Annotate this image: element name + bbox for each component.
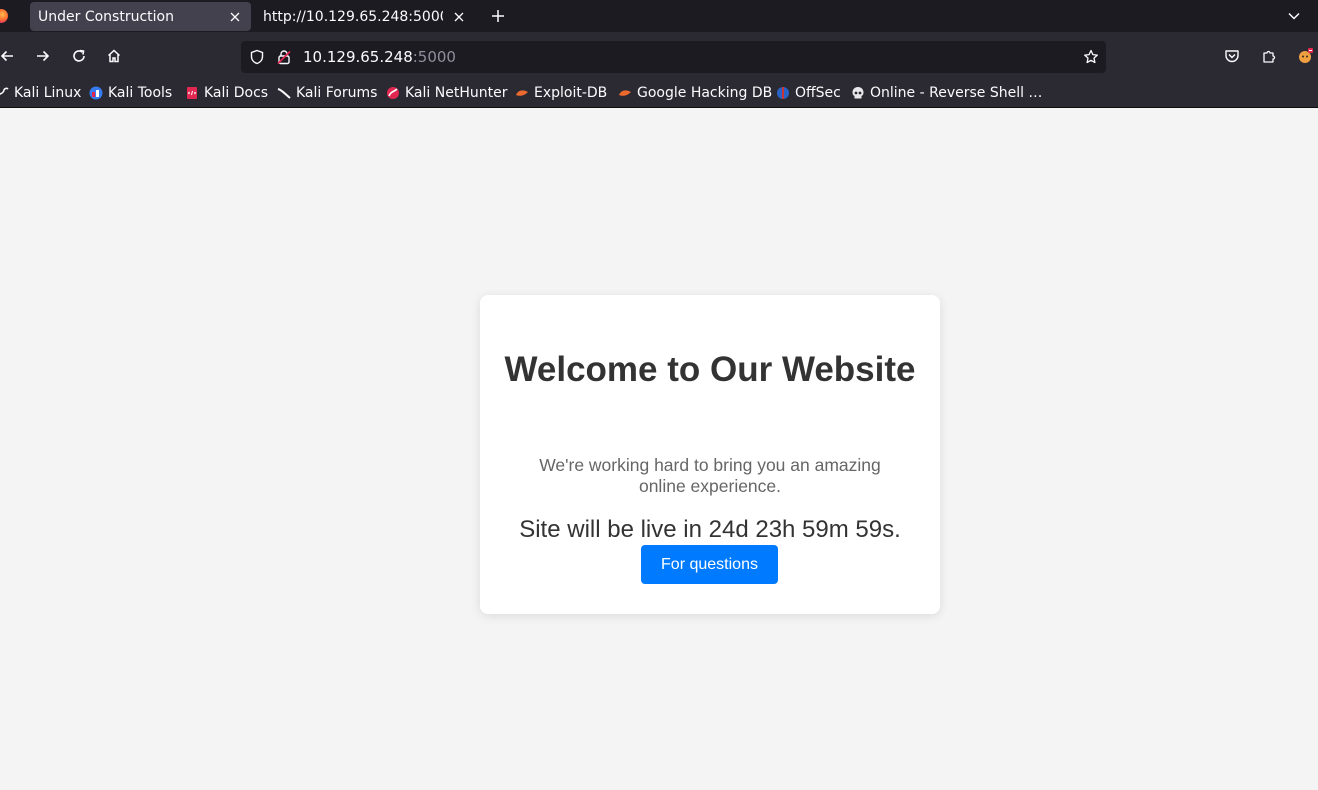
tab-strip: Under Construction http://10.129.65.248:… — [0, 0, 1318, 32]
forward-arrow-icon[interactable] — [31, 44, 55, 68]
bookmark-label: Online - Reverse Shell … — [870, 85, 1043, 101]
for-questions-button[interactable]: For questions — [641, 545, 778, 584]
reload-icon[interactable] — [67, 44, 91, 68]
kali-tools-icon — [89, 86, 103, 100]
tab-title: http://10.129.65.248:5000/ — [263, 9, 443, 25]
address-bar[interactable]: 10.129.65.248:5000 — [241, 41, 1106, 73]
bookmark-reverse-shell[interactable]: Online - Reverse Shell … — [851, 80, 1042, 106]
bookmark-label: OffSec — [795, 85, 841, 101]
close-tab-icon[interactable] — [226, 8, 244, 26]
list-all-tabs-chevron-icon[interactable] — [1283, 5, 1305, 27]
pocket-icon[interactable] — [1220, 44, 1244, 68]
bookmark-kali-docs[interactable]: Kali Docs — [185, 80, 268, 106]
bookmark-kali-tools[interactable]: Kali Tools — [89, 80, 172, 106]
back-arrow-icon[interactable] — [0, 44, 19, 68]
bookmarks-toolbar: Kali Linux Kali Tools Kali Docs Kali For… — [0, 80, 1318, 108]
ghdb-icon — [618, 86, 632, 100]
lead-text: We're working hard to bring you an amazi… — [539, 455, 881, 496]
account-avatar-icon[interactable] — [1293, 44, 1317, 68]
bookmark-label: Kali Tools — [108, 85, 173, 101]
extensions-puzzle-icon[interactable] — [1257, 44, 1281, 68]
bookmark-label: Kali NetHunter — [405, 85, 508, 101]
close-tab-icon[interactable] — [450, 8, 468, 26]
insecure-lock-icon[interactable] — [276, 49, 292, 65]
url-text[interactable]: 10.129.65.248:5000 — [303, 41, 456, 73]
home-icon[interactable] — [102, 44, 126, 68]
offsec-icon — [776, 86, 790, 100]
bookmark-exploit-db[interactable]: Exploit-DB — [515, 80, 607, 106]
bookmark-label: Google Hacking DB — [637, 85, 773, 101]
navigation-toolbar: 10.129.65.248:5000 — [0, 32, 1318, 80]
url-port: :5000 — [412, 48, 456, 66]
page-viewport: Welcome to Our Website We're working har… — [0, 109, 1318, 790]
kali-nethunter-icon — [386, 86, 400, 100]
url-host: 10.129.65.248 — [303, 48, 413, 66]
bookmark-google-hacking-db[interactable]: Google Hacking DB — [618, 80, 772, 106]
kali-docs-icon — [185, 86, 199, 100]
bookmark-label: Kali Forums — [296, 85, 378, 101]
bookmark-kali-nethunter[interactable]: Kali NetHunter — [386, 80, 507, 106]
bookmark-label: Exploit-DB — [534, 85, 608, 101]
bookmark-label: Kali Linux — [14, 85, 82, 101]
tab-ip-address[interactable]: http://10.129.65.248:5000/ — [255, 2, 479, 31]
exploit-db-icon — [515, 86, 529, 100]
bookmark-star-icon[interactable] — [1083, 49, 1099, 65]
tab-title: Under Construction — [38, 9, 174, 25]
kali-forums-icon — [277, 86, 291, 100]
new-tab-plus-icon[interactable] — [487, 5, 509, 27]
kali-dragon-icon — [0, 86, 9, 100]
tracking-protection-shield-icon[interactable] — [249, 49, 265, 65]
welcome-card: Welcome to Our Website We're working har… — [480, 295, 940, 614]
tab-under-construction[interactable]: Under Construction — [30, 2, 251, 31]
countdown-text: Site will be live in 24d 23h 59m 59s. — [519, 516, 901, 543]
skull-icon — [851, 86, 865, 100]
bookmark-kali-forums[interactable]: Kali Forums — [277, 80, 377, 106]
bookmark-label: Kali Docs — [204, 85, 269, 101]
page-heading: Welcome to Our Website — [504, 350, 916, 389]
bookmark-kali-linux[interactable]: Kali Linux — [0, 80, 81, 106]
firefox-logo-icon — [0, 9, 8, 23]
bookmark-offsec[interactable]: OffSec — [776, 80, 841, 106]
